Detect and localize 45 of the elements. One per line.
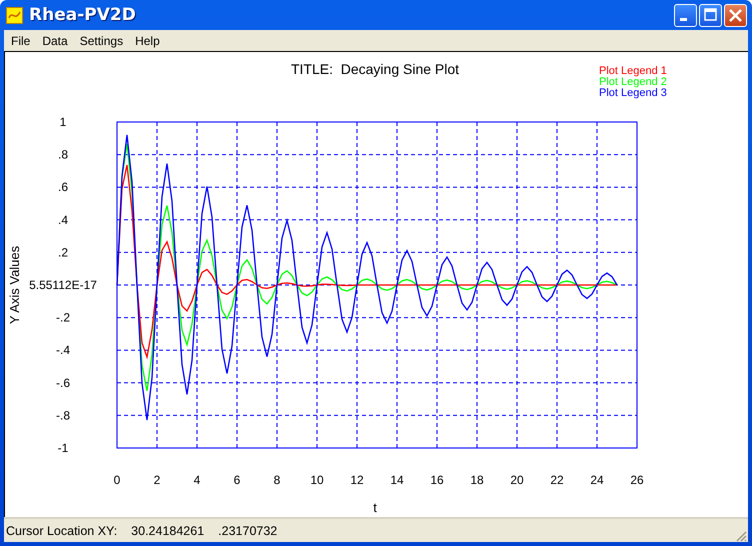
menu-item[interactable]: File xyxy=(5,34,36,48)
close-button[interactable] xyxy=(724,4,747,26)
y-tick-label: .6 xyxy=(58,180,68,194)
x-tick-label: 6 xyxy=(234,473,240,487)
legend-entry: Plot Legend 1 xyxy=(599,65,667,77)
x-tick-label: 8 xyxy=(274,473,280,487)
y-tick-label: -1 xyxy=(58,441,68,455)
x-tick-label: 16 xyxy=(430,473,444,487)
y-axis-label: Y Axis Values xyxy=(7,246,22,324)
cursor-location-label: Cursor Location XY: xyxy=(6,524,118,538)
x-tick-label: 2 xyxy=(154,473,160,487)
x-tick-label: 12 xyxy=(350,473,364,487)
y-tick-label: -.2 xyxy=(56,310,70,325)
y-tick-label: -.6 xyxy=(56,376,70,390)
cursor-x-value: 30.24184261 xyxy=(131,524,204,538)
y-tick-label: .8 xyxy=(58,148,68,162)
chart-title: TITLE: Decaying Sine Plot xyxy=(290,61,460,77)
x-tick-label: 14 xyxy=(390,473,404,487)
minimize-icon xyxy=(680,18,687,20)
x-tick-label: 0 xyxy=(114,473,120,487)
x-axis-label: t xyxy=(373,500,377,515)
app-icon xyxy=(6,6,23,24)
x-tick-label: 22 xyxy=(550,473,564,487)
menu-item[interactable]: Help xyxy=(129,34,166,48)
x-tick-label: 4 xyxy=(194,473,200,487)
x-tick-label: 10 xyxy=(310,473,324,487)
maximize-button[interactable] xyxy=(699,4,722,26)
y-tick-label: -.4 xyxy=(56,343,70,358)
x-tick-label: 24 xyxy=(590,473,604,487)
minimize-button[interactable] xyxy=(674,4,697,26)
resize-grip-icon[interactable] xyxy=(735,530,747,542)
menu-item[interactable]: Settings xyxy=(74,34,130,48)
x-tick-label: 26 xyxy=(630,473,644,487)
cursor-y-value: .23170732 xyxy=(218,524,278,538)
y-tick-label: -.8 xyxy=(56,408,70,422)
y-tick-label: 5.55112E-17 xyxy=(29,278,97,292)
legend-entry: Plot Legend 3 xyxy=(599,87,667,99)
legend-entry: Plot Legend 2 xyxy=(599,76,667,88)
menu-item[interactable]: Data xyxy=(36,34,74,48)
y-tick-label: .2 xyxy=(58,245,68,260)
window-title: Rhea-PV2D xyxy=(29,5,136,25)
x-tick-label: 18 xyxy=(470,473,484,487)
x-tick-label: 20 xyxy=(510,473,524,487)
y-tick-label: .4 xyxy=(58,212,68,227)
y-tick-label: 1 xyxy=(60,115,66,129)
